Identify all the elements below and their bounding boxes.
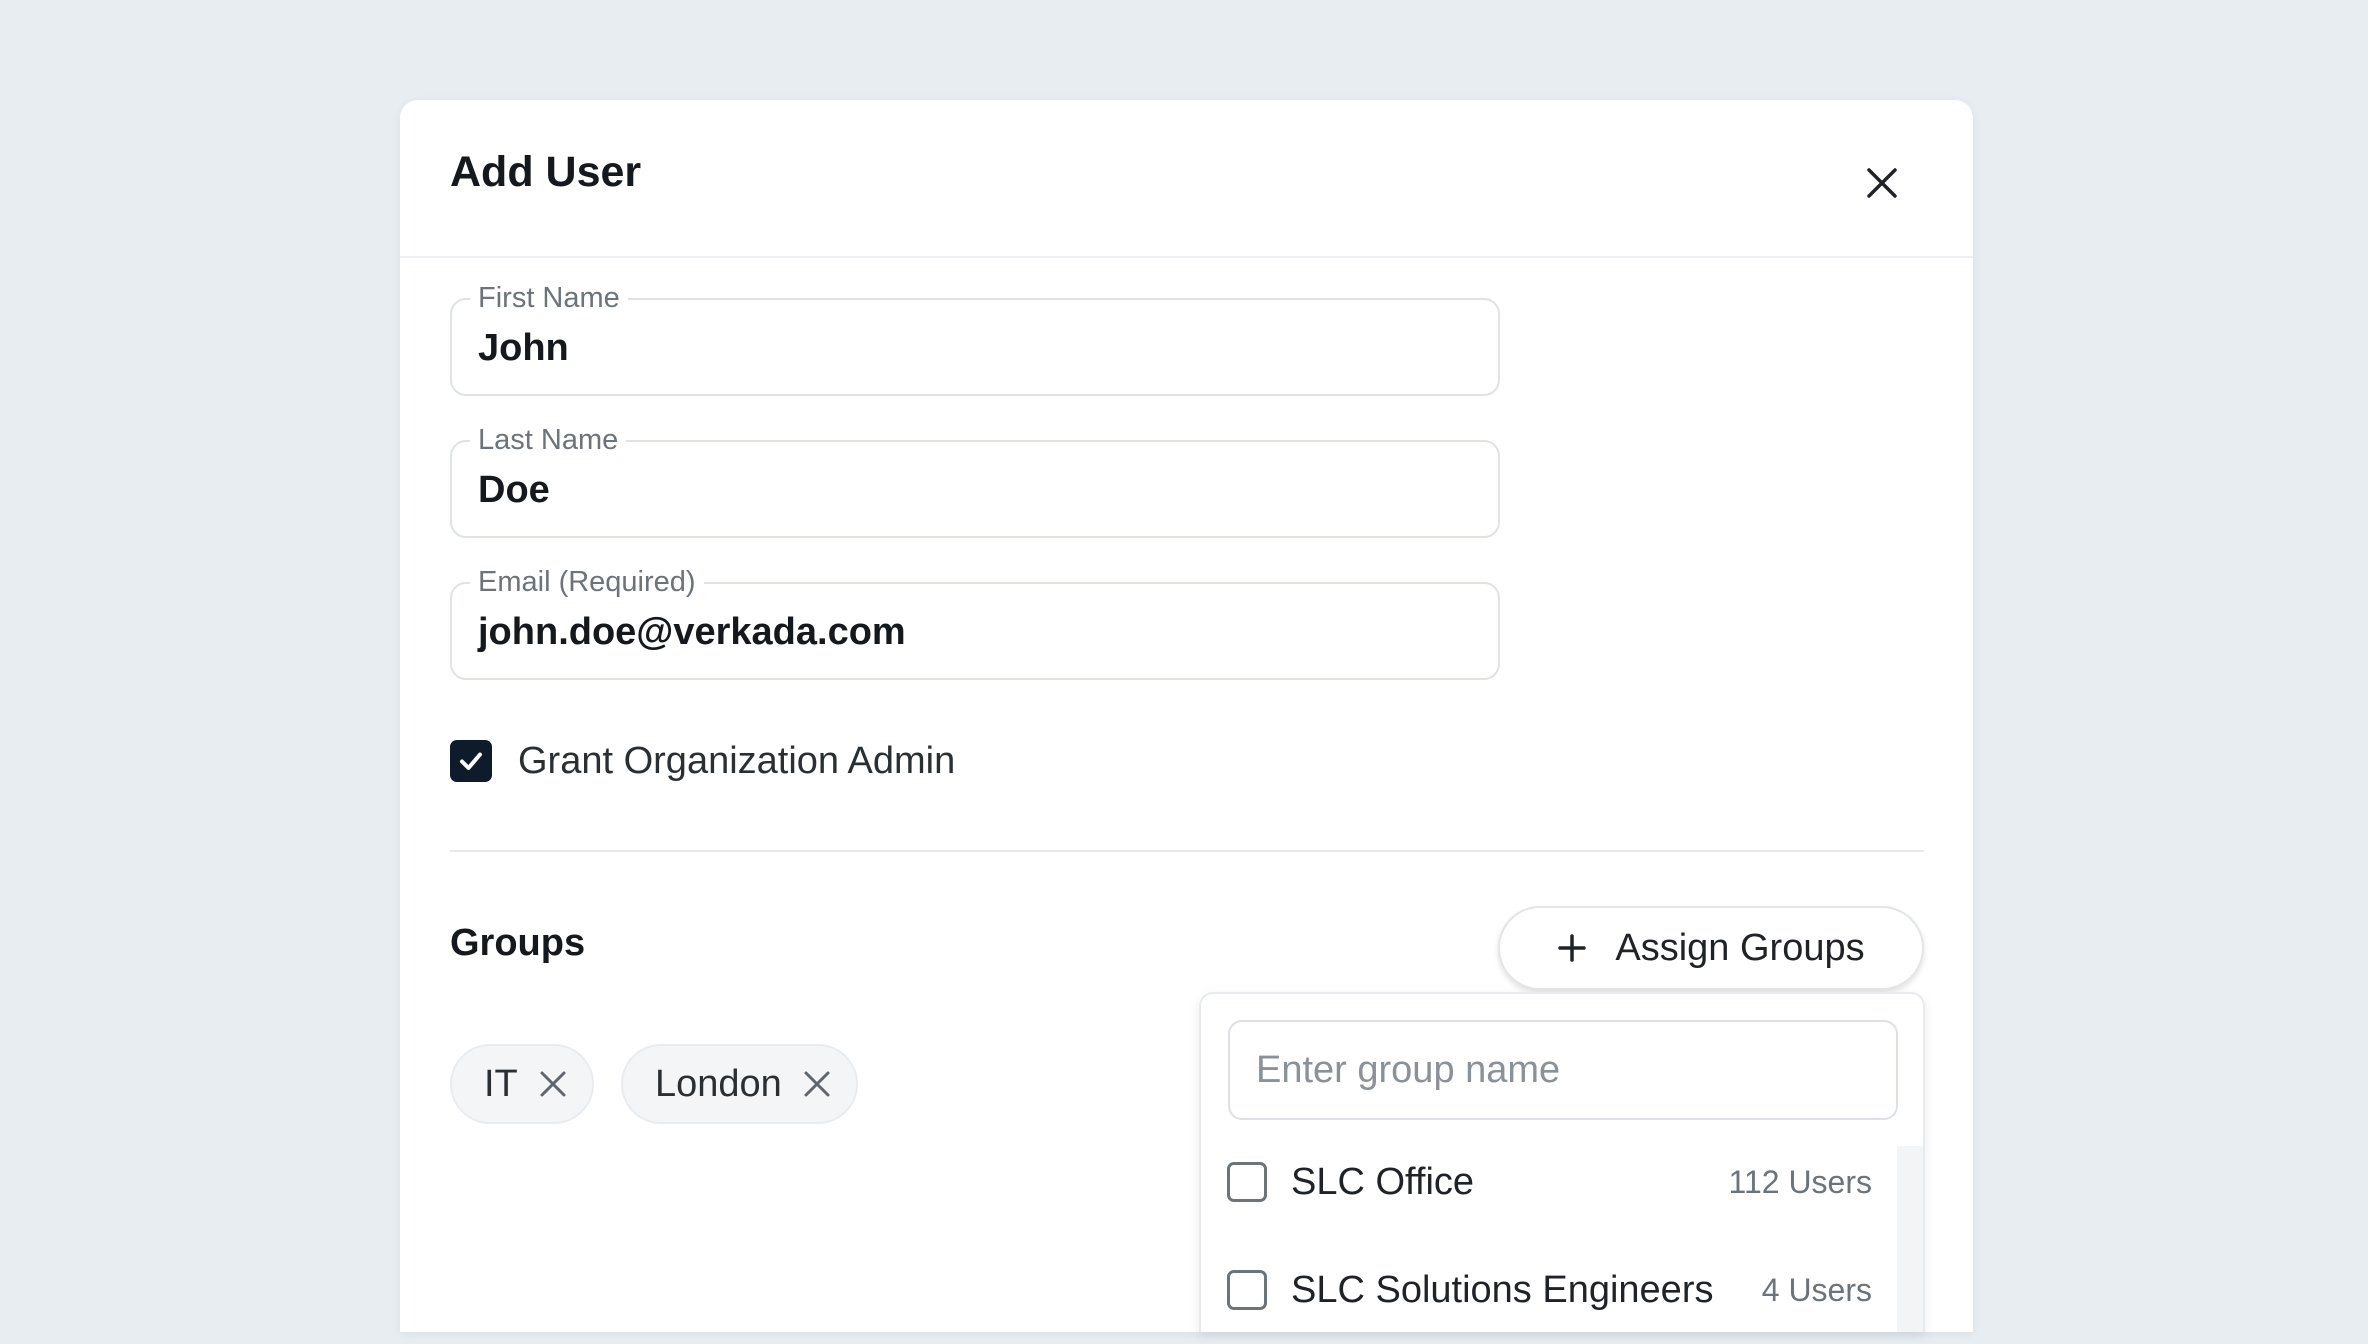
grant-admin-row[interactable]: Grant Organization Admin (450, 736, 955, 786)
remove-chip-button[interactable] (802, 1069, 832, 1099)
group-chip-label: London (655, 1062, 782, 1105)
group-option[interactable]: SLC Solutions Engineers 4 Users (1201, 1236, 1898, 1344)
email-label: Email (Required) (470, 564, 704, 600)
first-name-value[interactable]: John (478, 326, 569, 370)
group-option-count: 4 Users (1761, 1271, 1872, 1308)
first-name-label: First Name (470, 280, 628, 316)
group-chip-it: IT (450, 1044, 594, 1124)
group-option[interactable]: SLC Office 112 Users (1201, 1128, 1898, 1236)
group-search-input[interactable] (1228, 1020, 1898, 1120)
grant-admin-checkbox[interactable] (450, 740, 492, 782)
last-name-field[interactable]: Last Name Doe (450, 422, 1500, 538)
group-option-checkbox[interactable] (1227, 1162, 1267, 1202)
close-icon (1867, 168, 1897, 198)
first-name-field[interactable]: First Name John (450, 280, 1500, 396)
modal-title: Add User (450, 148, 642, 196)
group-chip-london: London (621, 1044, 858, 1124)
group-option-name: SLC Solutions Engineers (1291, 1268, 1714, 1311)
group-option-count: 112 Users (1728, 1163, 1872, 1200)
group-option-checkbox[interactable] (1227, 1270, 1267, 1310)
groups-title: Groups (450, 922, 586, 964)
close-icon (804, 1071, 830, 1097)
group-chip-label: IT (484, 1062, 518, 1105)
modal-header: Add User (400, 100, 1973, 258)
grant-admin-label: Grant Organization Admin (518, 739, 956, 782)
assign-groups-label: Assign Groups (1615, 926, 1865, 969)
remove-chip-button[interactable] (538, 1069, 568, 1099)
section-divider (450, 850, 1924, 852)
group-option-name: SLC Office (1291, 1160, 1475, 1203)
plus-icon (1558, 934, 1587, 962)
email-value[interactable]: john.doe@verkada.com (478, 610, 906, 654)
assign-groups-button[interactable]: Assign Groups (1498, 906, 1924, 990)
last-name-value[interactable]: Doe (478, 468, 550, 512)
group-dropdown: SLC Office 112 Users SLC Solutions Engin… (1199, 992, 1925, 1332)
last-name-label: Last Name (470, 422, 627, 458)
check-icon (460, 752, 482, 770)
close-button[interactable] (1851, 152, 1913, 214)
email-field[interactable]: Email (Required) john.doe@verkada.com (450, 564, 1500, 680)
close-icon (540, 1071, 566, 1097)
dropdown-scrollbar[interactable] (1897, 1146, 1923, 1332)
add-user-modal: Add User First Name John Last Name Doe E… (400, 100, 1973, 1332)
